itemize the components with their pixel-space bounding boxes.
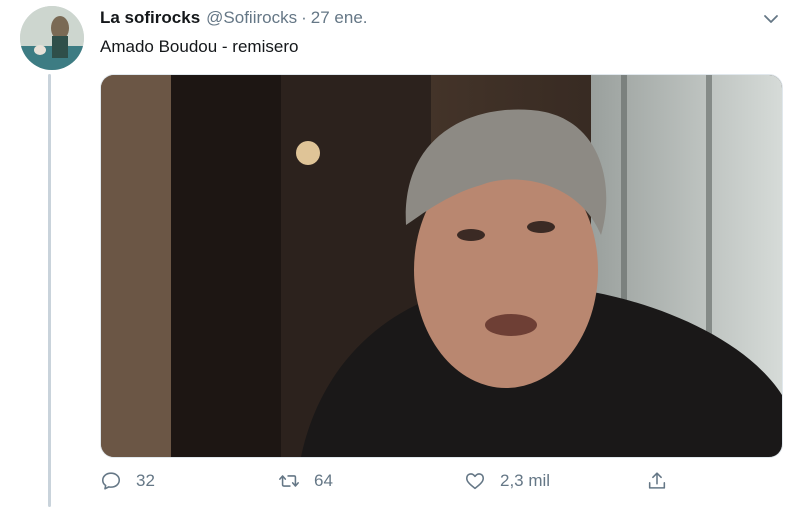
reply-count: 32	[136, 471, 155, 490]
chevron-down-icon[interactable]	[762, 10, 780, 28]
share-button[interactable]	[646, 470, 682, 492]
like-button[interactable]: 2,3 mil	[464, 470, 550, 492]
like-count: 2,3 mil	[500, 471, 551, 490]
retweet-icon	[279, 475, 299, 487]
avatar-image	[20, 6, 84, 70]
tweet-header: La sofirocks @Sofiirocks · 27 ene.	[100, 8, 368, 28]
media-image	[101, 75, 782, 457]
tweet-actions: 32 64 2,3 mil	[100, 470, 680, 500]
tweet-media[interactable]	[100, 74, 783, 458]
tweet-date[interactable]: 27 ene.	[311, 8, 368, 28]
retweet-count: 64	[314, 471, 333, 490]
retweet-button[interactable]: 64	[278, 470, 333, 492]
share-icon	[648, 472, 666, 489]
reply-button[interactable]: 32	[100, 470, 155, 492]
thread-line	[48, 74, 51, 507]
reply-icon	[101, 472, 121, 490]
separator-dot: ·	[301, 8, 307, 27]
author-handle[interactable]: @Sofiirocks	[206, 8, 297, 28]
heart-icon	[465, 473, 485, 490]
avatar[interactable]	[20, 6, 84, 70]
author-name[interactable]: La sofirocks	[100, 8, 200, 28]
tweet-text: Amado Boudou - remisero	[100, 37, 299, 56]
